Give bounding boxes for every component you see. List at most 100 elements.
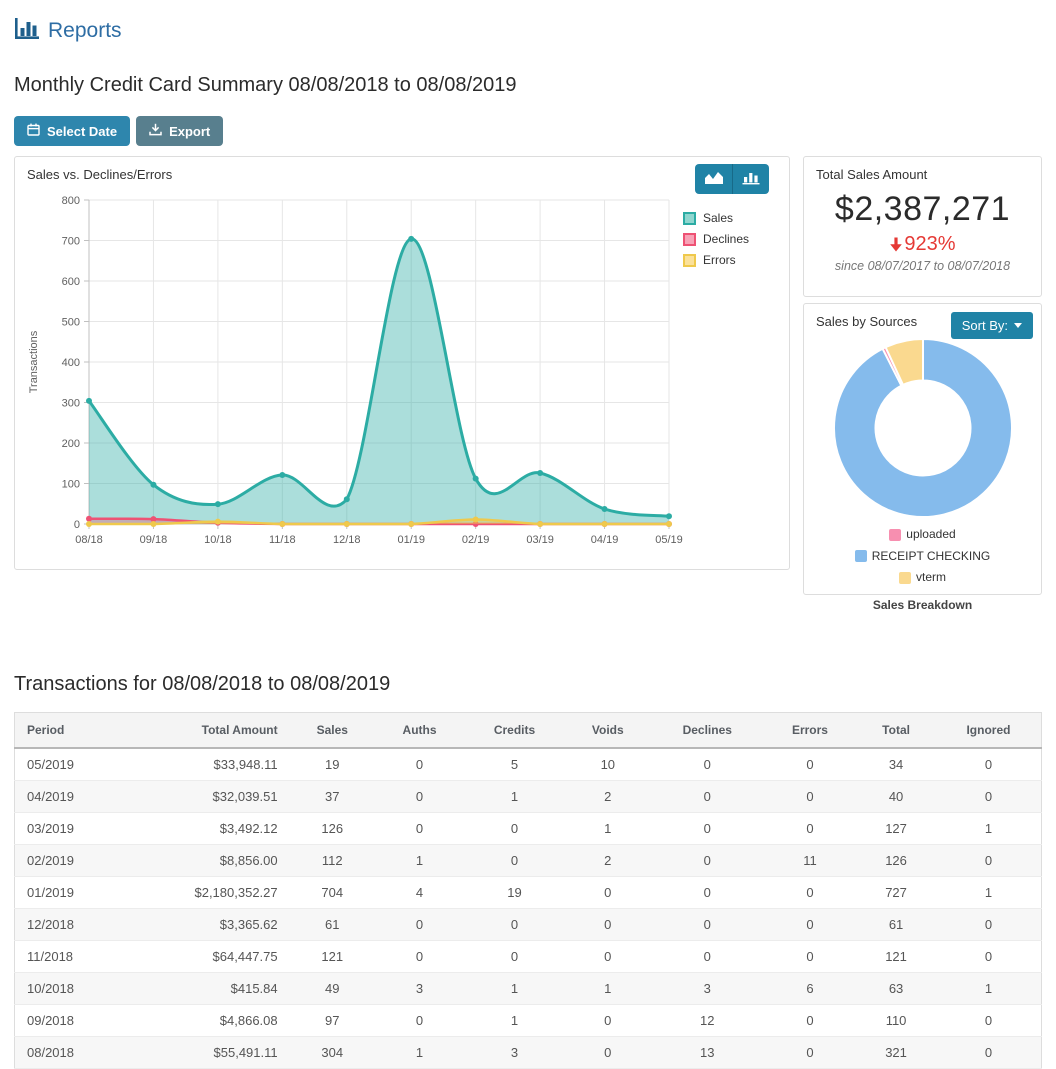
bar-chart-icon: [14, 16, 40, 46]
table-cell: 49: [290, 973, 375, 1005]
sales-by-sources-card: Sales by Sources Sort By: uploadedRECEIP…: [803, 303, 1042, 595]
table-row: 08/2018$55,491.113041301303210: [15, 1037, 1042, 1069]
table-cell: 1: [464, 973, 565, 1005]
table-cell: 0: [651, 845, 764, 877]
area-chart-toggle-button[interactable]: [695, 164, 732, 194]
table-row: 01/2019$2,180,352.277044190007271: [15, 877, 1042, 909]
brand-header: Reports: [14, 0, 1042, 46]
svg-text:02/19: 02/19: [462, 534, 490, 546]
svg-text:100: 100: [62, 479, 80, 491]
table-cell: 4: [375, 877, 464, 909]
table-cell: 1: [936, 877, 1042, 909]
table-cell: 05/2019: [15, 748, 125, 781]
area-chart-icon: [704, 170, 724, 188]
table-cell: 0: [936, 845, 1042, 877]
reports-page: Reports Monthly Credit Card Summary 08/0…: [14, 0, 1042, 1069]
table-cell: 704: [290, 877, 375, 909]
table-cell: 2: [565, 781, 651, 813]
table-cell: 37: [290, 781, 375, 813]
donut-legend-label: RECEIPT CHECKING: [872, 547, 990, 566]
table-cell: 0: [565, 941, 651, 973]
donut-legend: uploaded RECEIPT CHECKING vterm: [816, 525, 1029, 590]
table-cell: 0: [651, 909, 764, 941]
table-cell: 1: [936, 973, 1042, 1005]
table-cell: 0: [764, 941, 856, 973]
svg-text:Transactions: Transactions: [28, 330, 40, 393]
table-cell: 321: [856, 1037, 936, 1069]
table-cell: 11: [764, 845, 856, 877]
select-date-button[interactable]: Select Date: [14, 116, 130, 146]
svg-text:500: 500: [62, 317, 80, 329]
sort-by-button[interactable]: Sort By:: [951, 312, 1033, 339]
table-cell: 02/2019: [15, 845, 125, 877]
table-cell: 0: [651, 877, 764, 909]
table-cell: 0: [565, 1005, 651, 1037]
donut-legend-item-vterm[interactable]: vterm: [899, 568, 946, 587]
legend-item-sales[interactable]: Sales: [683, 211, 779, 225]
table-cell: 3: [375, 973, 464, 1005]
main-row: Sales vs. Declines/Errors: [14, 156, 1042, 595]
legend-item-declines[interactable]: Declines: [683, 232, 779, 246]
table-cell: 0: [764, 909, 856, 941]
table-cell: 5: [464, 748, 565, 781]
donut-legend-item-receipt-checking[interactable]: RECEIPT CHECKING: [855, 547, 990, 566]
brand-title: Reports: [48, 19, 122, 43]
table-cell: 126: [856, 845, 936, 877]
table-cell: 10: [565, 748, 651, 781]
svg-text:12/18: 12/18: [333, 534, 361, 546]
table-cell: 1: [464, 1005, 565, 1037]
table-cell: 0: [764, 1005, 856, 1037]
total-sales-change-value: 923%: [904, 233, 955, 256]
table-cell: 12/2018: [15, 909, 125, 941]
table-cell: 1: [565, 973, 651, 1005]
table-cell: 1: [464, 781, 565, 813]
legend-swatch: [683, 212, 696, 225]
table-row: 09/2018$4,866.08970101201100: [15, 1005, 1042, 1037]
donut-wrap: [816, 337, 1029, 519]
table-cell: 0: [936, 1037, 1042, 1069]
table-cell: 0: [464, 813, 565, 845]
table-cell: 0: [651, 941, 764, 973]
legend-swatch: [683, 254, 696, 267]
table-cell: 0: [651, 813, 764, 845]
table-cell: 19: [464, 877, 565, 909]
bar-chart-toggle-button[interactable]: [732, 164, 769, 194]
table-cell: $33,948.11: [125, 748, 290, 781]
table-cell: 0: [565, 1037, 651, 1069]
table-cell: 0: [565, 877, 651, 909]
table-cell: 61: [290, 909, 375, 941]
table-cell: 0: [651, 781, 764, 813]
table-cell: 0: [375, 748, 464, 781]
table-cell: 11/2018: [15, 941, 125, 973]
table-cell: 12: [651, 1005, 764, 1037]
table-cell: 0: [375, 941, 464, 973]
table-cell: 2: [565, 845, 651, 877]
chart-type-toggle: [695, 164, 769, 194]
donut-legend-item-uploaded[interactable]: uploaded: [889, 525, 955, 544]
legend-item-errors[interactable]: Errors: [683, 253, 779, 267]
table-cell: 63: [856, 973, 936, 1005]
table-cell: 0: [936, 941, 1042, 973]
table-cell: 0: [464, 909, 565, 941]
svg-text:400: 400: [62, 357, 80, 369]
table-cell: 19: [290, 748, 375, 781]
donut-legend-label: uploaded: [906, 525, 955, 544]
transactions-table-header: PeriodTotal AmountSalesAuthsCreditsVoids…: [15, 713, 1042, 749]
table-cell: 0: [764, 781, 856, 813]
table-cell: 110: [856, 1005, 936, 1037]
table-cell: 0: [764, 1037, 856, 1069]
table-cell: $3,365.62: [125, 909, 290, 941]
table-row: 02/2019$8,856.001121020111260: [15, 845, 1042, 877]
transactions-table-body: 05/2019$33,948.111905100034004/2019$32,0…: [15, 748, 1042, 1069]
export-button[interactable]: Export: [136, 116, 223, 146]
table-cell: 304: [290, 1037, 375, 1069]
table-row: 04/2019$32,039.513701200400: [15, 781, 1042, 813]
table-cell: 0: [764, 748, 856, 781]
legend-label: Sales: [703, 211, 733, 225]
transactions-table: PeriodTotal AmountSalesAuthsCreditsVoids…: [14, 712, 1042, 1069]
svg-text:200: 200: [62, 438, 80, 450]
table-row: 12/2018$3,365.626100000610: [15, 909, 1042, 941]
table-cell: 1: [565, 813, 651, 845]
series-sales: [86, 236, 672, 524]
table-cell: 0: [936, 781, 1042, 813]
